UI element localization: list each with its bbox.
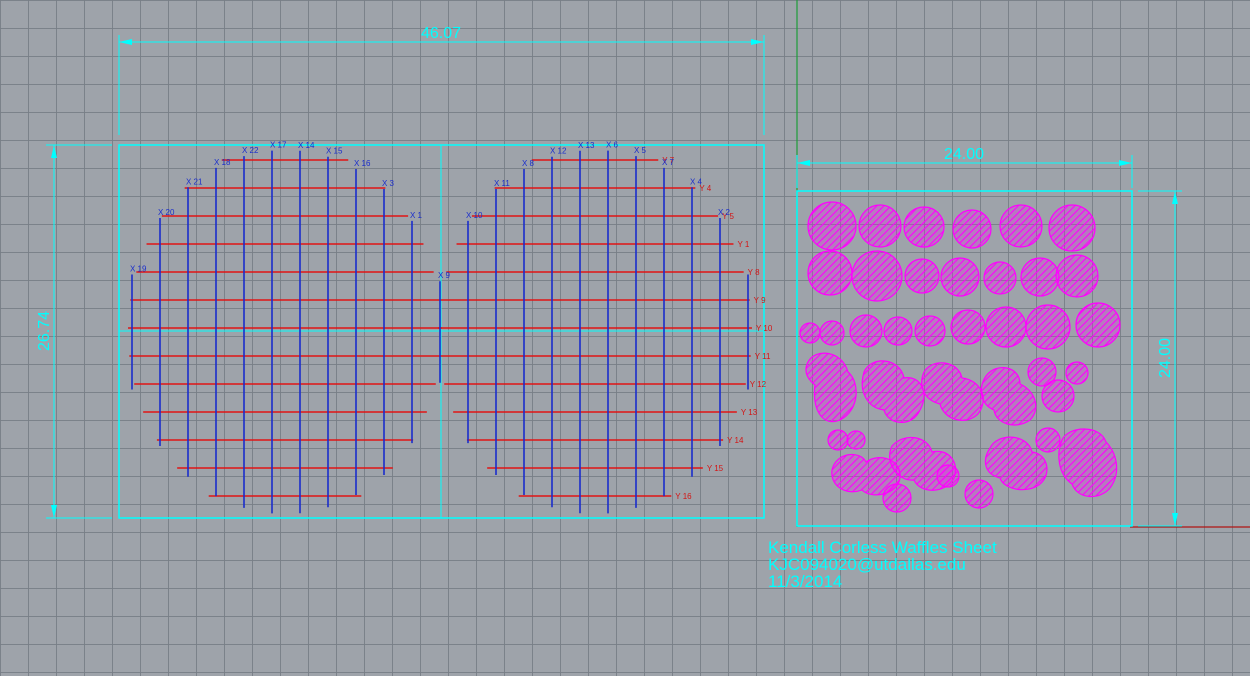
part-shape[interactable] [1058,428,1118,498]
x-rib-label: X 11 [494,179,510,188]
x-rib-label: X 1 [410,211,423,220]
dimension-height-left: 26.74 [36,144,112,519]
nested-parts [799,201,1121,513]
part-shape[interactable] [921,362,984,421]
y-rib-label: Y 14 [727,436,744,445]
part-shape[interactable] [882,483,912,513]
y-rib-label: Y 1 [737,240,749,249]
part-shape[interactable] [903,206,945,248]
part-shape[interactable] [1065,361,1089,385]
dimension-width-left-label: 46.07 [421,25,461,42]
part-shape[interactable] [952,209,992,249]
x-rib-label: X 4 [690,177,703,186]
y-rib-label: Y 11 [755,352,771,361]
dimension-height-right: 24.00 [1138,190,1182,527]
dimension-width-right-label: 24.00 [944,146,984,163]
x-rib-label: X 14 [298,141,315,150]
title-block: Kendall Corless Waffles Sheet KJC094020@… [768,539,997,590]
part-shape[interactable] [807,250,853,296]
part-shape[interactable] [964,479,994,509]
y-rib-label: Y 8 [748,268,760,277]
waffle-rib-grid: Y 7Y 4Y 5Y 1Y 8Y 9Y 10Y 11Y 12Y 13Y 14Y … [128,141,773,514]
part-shape[interactable] [1075,302,1121,348]
part-shape[interactable] [985,306,1027,348]
title-line-name: Kendall Corless Waffles Sheet [768,538,997,557]
part-shape[interactable] [807,201,857,251]
part-shape[interactable] [851,250,903,302]
x-rib-label: X 15 [326,147,343,156]
x-rib-label: X 12 [550,147,567,156]
y-rib-label: Y 15 [707,464,724,473]
part-shape[interactable] [1048,204,1096,252]
part-shape[interactable] [940,257,980,297]
x-rib-label: X 2 [718,208,731,217]
part-shape[interactable] [819,320,845,346]
title-line-email: KJC094020@utdallas.edu [768,555,966,574]
part-shape[interactable] [861,360,925,423]
part-shape[interactable] [999,204,1043,248]
part-shape[interactable] [980,367,1037,426]
part-shape[interactable] [1041,379,1075,413]
cad-viewport[interactable]: Y 7Y 4Y 5Y 1Y 8Y 9Y 10Y 11Y 12Y 13Y 14Y … [0,0,1250,676]
x-rib-label: X 19 [130,264,147,273]
x-rib-label: X 8 [522,159,535,168]
part-shape[interactable] [827,429,849,451]
part-shape[interactable] [983,261,1017,295]
dimension-height-right-label: 24.00 [1157,338,1174,378]
part-shape[interactable] [1025,304,1071,350]
dimension-height-left-label: 26.74 [36,311,53,351]
x-rib-label: X 22 [242,146,259,155]
x-rib-label: X 5 [634,146,647,155]
part-shape[interactable] [1035,427,1061,453]
left-sheet: Y 7Y 4Y 5Y 1Y 8Y 9Y 10Y 11Y 12Y 13Y 14Y … [118,141,773,519]
part-shape[interactable] [904,258,940,294]
x-rib-label: X 9 [438,271,451,280]
part-shape[interactable] [1055,254,1099,298]
right-sheet [796,190,1133,527]
x-rib-label: X 10 [466,211,483,220]
dimension-width-left: 46.07 [118,25,765,135]
x-rib-label: X 18 [214,158,231,167]
x-rib-label: X 13 [578,141,595,150]
x-rib-label: X 16 [354,159,371,168]
part-shape[interactable] [858,204,902,248]
x-rib-label: X 20 [158,208,175,217]
title-line-date: 11/3/2014 [768,572,843,591]
x-rib-label: X 6 [606,141,619,150]
part-shape[interactable] [846,430,866,450]
x-rib-label: X 7 [662,158,675,167]
x-rib-label: X 17 [270,141,287,150]
y-rib-label: Y 16 [675,492,692,501]
part-shape[interactable] [936,464,960,488]
y-rib-label: Y 9 [754,296,766,305]
part-shape[interactable] [805,352,857,423]
y-rib-label: Y 10 [756,324,773,333]
part-shape[interactable] [1020,257,1060,297]
y-rib-label: Y 12 [750,380,767,389]
part-shape[interactable] [914,315,946,347]
part-shape[interactable] [849,314,883,348]
part-shape[interactable] [883,316,913,346]
part-shape[interactable] [950,309,986,345]
y-rib-label: Y 13 [741,408,758,417]
x-rib-label: X 21 [186,177,203,186]
part-shape[interactable] [799,322,821,344]
dimension-width-right: 24.00 [796,146,1133,188]
x-rib-label: X 3 [382,179,395,188]
